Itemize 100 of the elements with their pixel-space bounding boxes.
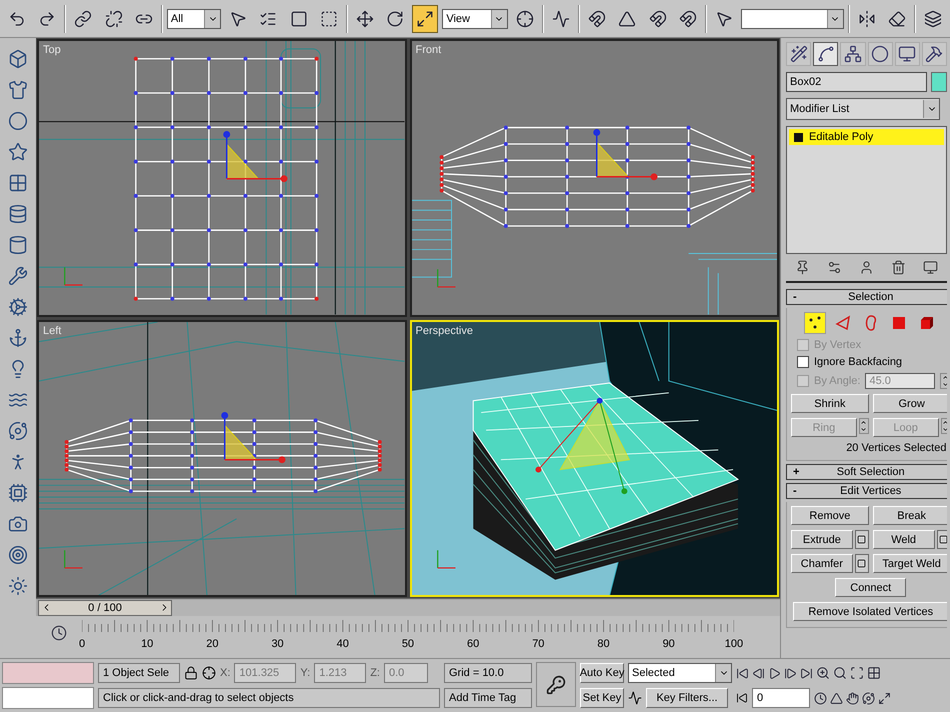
magnet-icon[interactable] (678, 10, 697, 28)
go-to-end-icon[interactable] (800, 666, 813, 680)
expand-icon[interactable] (794, 132, 803, 142)
tube-icon[interactable] (8, 235, 28, 255)
hierarchy-icon[interactable] (844, 45, 862, 63)
panel-tab[interactable] (786, 42, 812, 66)
magnet-icon[interactable] (588, 10, 606, 28)
time-slider-thumb[interactable]: 0 / 100 (38, 600, 172, 616)
panel-tab[interactable] (868, 42, 893, 66)
panel-tab[interactable] (894, 42, 920, 66)
zoom-extents-icon[interactable] (850, 666, 864, 680)
shirt-icon[interactable] (8, 80, 28, 100)
anchor-icon[interactable] (8, 328, 28, 348)
scale-tool[interactable] (412, 4, 438, 32)
script-output-field[interactable] (2, 687, 94, 709)
object-name-field[interactable]: Box02 (786, 72, 927, 92)
settings-icon[interactable] (854, 530, 869, 549)
next-frame-icon[interactable] (784, 666, 797, 680)
window-selection-icon[interactable] (320, 10, 338, 28)
modifier-list-dropdown[interactable]: Modifier List (786, 98, 940, 120)
key-mode-dropdown[interactable]: Selected (628, 663, 732, 683)
command-button[interactable]: Shrink (791, 394, 869, 413)
link-icon[interactable] (74, 10, 92, 28)
object-color-swatch[interactable] (931, 72, 947, 92)
named-selection-dropdown[interactable] (740, 8, 844, 28)
target-icon[interactable] (8, 545, 28, 565)
checker-icon[interactable] (8, 173, 28, 193)
time-tag-field[interactable]: Add Time Tag (444, 688, 532, 708)
command-button[interactable]: Target Weld (872, 554, 947, 573)
key-mode-button[interactable] (536, 662, 576, 707)
key-filters-button[interactable]: Key Filters... (646, 688, 728, 708)
rectangle-selection-icon[interactable] (290, 10, 308, 28)
camera-icon[interactable] (8, 514, 28, 534)
redo-icon[interactable] (38, 10, 56, 28)
wrench-icon[interactable] (8, 266, 28, 286)
zoom-icon[interactable] (816, 666, 830, 680)
set-key-button[interactable]: Set Key (580, 688, 624, 708)
coordinate-system-dropdown[interactable]: View (442, 8, 508, 28)
spinner-icon[interactable] (858, 418, 869, 434)
lock-icon[interactable] (184, 666, 198, 680)
time-slider-track[interactable]: 0 / 100 (38, 600, 780, 616)
maximize-icon[interactable] (878, 692, 891, 704)
sun-icon[interactable] (8, 576, 28, 596)
selection-filter-dropdown[interactable]: All (166, 8, 222, 28)
panel-tab[interactable] (922, 42, 948, 66)
undo-icon[interactable] (8, 10, 26, 28)
move-icon[interactable] (356, 10, 374, 28)
stack-icon[interactable] (8, 204, 28, 224)
pin-icon[interactable] (794, 260, 810, 275)
viewport-label[interactable]: Perspective (416, 324, 473, 336)
go-to-start-icon[interactable] (736, 666, 749, 680)
cube-icon[interactable] (8, 49, 28, 69)
command-button[interactable]: Extrude (791, 530, 853, 549)
command-button[interactable]: Break (872, 506, 947, 525)
command-button[interactable]: Connect (835, 578, 906, 597)
chip-icon[interactable] (8, 483, 28, 503)
settings-icon[interactable] (936, 530, 947, 549)
command-button[interactable]: Chamfer (791, 554, 853, 573)
previous-frame-icon[interactable] (752, 666, 765, 680)
wand-icon[interactable] (790, 45, 808, 63)
command-button[interactable]: Remove (791, 506, 869, 525)
panel-tab[interactable] (840, 42, 866, 66)
rotate-icon[interactable] (386, 10, 404, 28)
curve-icon[interactable] (816, 45, 835, 63)
pointer-icon[interactable] (229, 10, 248, 28)
sphere-icon[interactable] (8, 111, 28, 131)
search-icon[interactable] (833, 666, 847, 680)
star-icon[interactable] (8, 142, 28, 162)
spinner-icon[interactable] (940, 373, 947, 389)
rollout-header[interactable]: - Edit Vertices (786, 483, 947, 499)
magnet-icon[interactable] (648, 10, 667, 28)
trash-icon[interactable] (891, 260, 906, 275)
command-button[interactable]: Grow (872, 394, 947, 413)
mirror-icon[interactable] (858, 10, 876, 28)
rollout-header[interactable]: - Selection (786, 289, 947, 305)
transform-gizmo[interactable] (221, 412, 286, 463)
viewport[interactable]: Perspective (410, 320, 779, 597)
subobject-level-button[interactable] (804, 312, 826, 334)
auto-key-button[interactable]: Auto Key (580, 663, 624, 683)
rollout-header[interactable]: + Soft Selection (786, 464, 947, 480)
transform-gizmo[interactable] (223, 131, 288, 182)
scale-icon[interactable] (416, 10, 434, 28)
layers-icon[interactable] (924, 10, 942, 28)
orbit-icon[interactable] (862, 692, 875, 704)
curve-icon[interactable] (628, 691, 642, 705)
pan-icon[interactable] (846, 692, 859, 704)
monitor-icon[interactable] (898, 45, 916, 63)
hammer-icon[interactable] (925, 45, 944, 63)
checkbox[interactable] (797, 356, 809, 368)
stack-item[interactable]: Editable Poly (789, 129, 944, 145)
ring-icon[interactable] (8, 421, 28, 441)
command-button[interactable]: Weld (872, 530, 934, 549)
play-icon[interactable] (768, 666, 781, 680)
command-button[interactable]: Remove Isolated Vertices (793, 602, 947, 621)
current-frame-field[interactable]: 0 (752, 688, 810, 708)
unlink-icon[interactable] (104, 10, 123, 28)
gear-icon[interactable] (8, 297, 28, 317)
settings-icon[interactable] (854, 554, 869, 573)
transform-gizmo[interactable] (592, 129, 657, 180)
panel-tab[interactable] (813, 42, 838, 66)
